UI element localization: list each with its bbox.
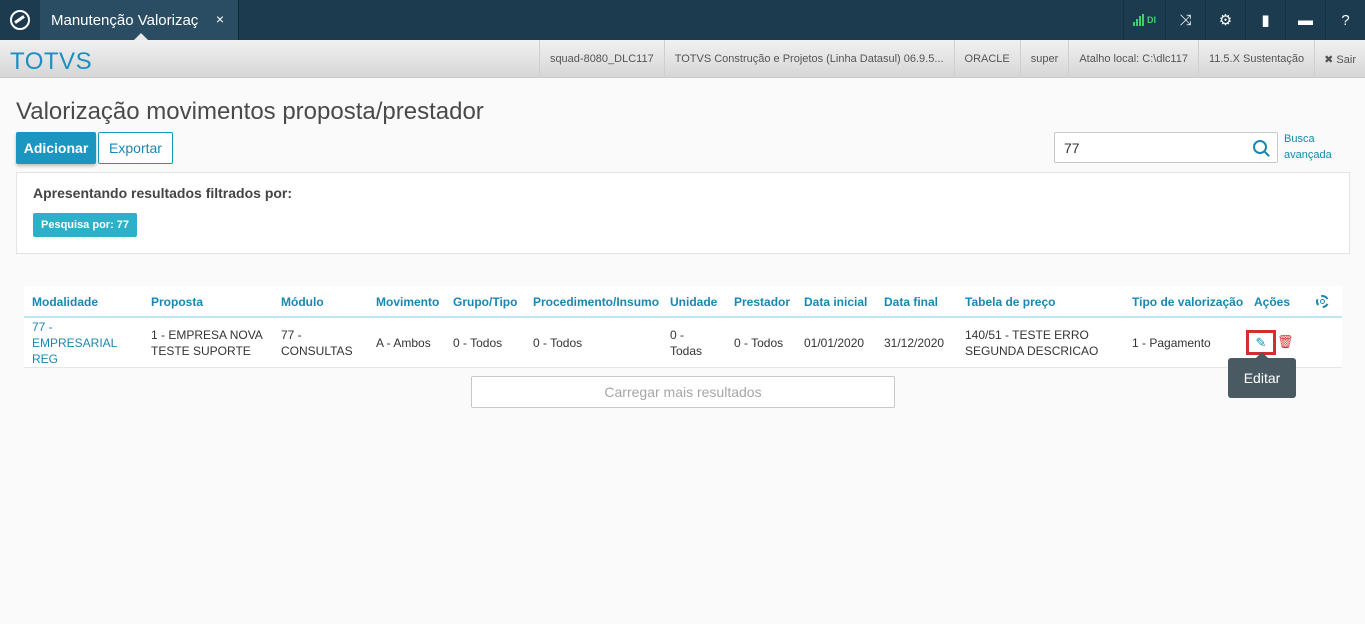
col-data-inicial[interactable]: Data inicial [804, 295, 867, 309]
delete-trash-icon[interactable]: 🗑 [1277, 334, 1294, 350]
brand-logo: TOTVS [10, 48, 93, 75]
signal-label: DI [1147, 15, 1156, 25]
col-tipo-valorizacao[interactable]: Tipo de valorização [1132, 295, 1243, 309]
top-bar: Manutenção Valorizaç × DI ⤨ ⚙ ▮ ▬ ? [0, 0, 1365, 40]
col-tabela-preco[interactable]: Tabela de preço [965, 295, 1055, 309]
connection-status[interactable]: DI [1123, 0, 1165, 40]
col-movimento[interactable]: Movimento [376, 295, 439, 309]
col-grupo-tipo[interactable]: Grupo/Tipo [453, 295, 517, 309]
chat-icon[interactable]: ▬ [1285, 0, 1325, 40]
help-icon[interactable]: ? [1325, 0, 1365, 40]
table-row: 77 - EMPRESARIAL REG 1 - EMPRESA NOVA TE… [24, 319, 1342, 368]
page-title: Valorização movimentos proposta/prestado… [16, 98, 484, 125]
menu-logo-button[interactable] [0, 0, 40, 40]
cell-data-inicial: 01/01/2020 [804, 336, 865, 350]
info-server: squad-8080_DLC117 [538, 40, 664, 78]
column-settings-gear-icon[interactable] [1316, 295, 1329, 308]
cell-tabela-preco: 140/51 - TESTE ERRO SEGUNDA DESCRICAO [965, 328, 1099, 358]
advanced-search-link[interactable]: Busca avançada [1284, 131, 1344, 163]
cell-movimento: A - Ambos [376, 336, 431, 350]
top-icons: DI ⤨ ⚙ ▮ ▬ ? [1123, 0, 1365, 40]
settings-gear-icon[interactable]: ⚙ [1205, 0, 1245, 40]
filter-panel: Apresentando resultados filtrados por: P… [16, 172, 1350, 254]
col-proposta[interactable]: Proposta [151, 295, 203, 309]
col-data-final[interactable]: Data final [884, 295, 938, 309]
info-local-shortcut: Atalho local: C:\dlc117 [1068, 40, 1198, 78]
tab-label: Manutenção Valorizaç [51, 12, 199, 29]
cell-procedimento: 0 - Todos [533, 336, 583, 350]
col-procedimento[interactable]: Procedimento/Insumo [533, 295, 659, 309]
col-acoes: Ações [1254, 295, 1291, 309]
tab-close-button[interactable]: × [216, 11, 224, 27]
logout-button[interactable]: ✖ Sair [1314, 40, 1365, 78]
cell-grupo: 0 - Todos [453, 336, 503, 350]
export-button[interactable]: Exportar [98, 132, 173, 164]
shuffle-icon[interactable]: ⤨ [1165, 0, 1205, 40]
info-bar: TOTVS squad-8080_DLC117 TOTVS Construção… [0, 40, 1365, 78]
cell-data-final: 31/12/2020 [884, 336, 945, 350]
col-modalidade[interactable]: Modalidade [32, 295, 98, 309]
results-table: Modalidade Proposta Módulo Movimento Gru… [24, 286, 1342, 368]
cell-unidade: 0 - Todas [670, 328, 703, 358]
signal-icon [1133, 14, 1144, 26]
session-info: squad-8080_DLC117 TOTVS Construção e Pro… [538, 40, 1365, 78]
col-prestador[interactable]: Prestador [734, 295, 790, 309]
info-product: TOTVS Construção e Projetos (Linha Datas… [663, 40, 954, 78]
col-unidade[interactable]: Unidade [670, 295, 717, 309]
totvs-logo-icon [10, 10, 30, 30]
tab-active-pointer [134, 33, 148, 40]
search-icon[interactable] [1253, 140, 1267, 154]
cell-tipo-valorizacao: 1 - Pagamento [1132, 336, 1211, 350]
col-modulo[interactable]: Módulo [281, 295, 324, 309]
cell-modulo: 77 - CONSULTAS [281, 328, 353, 358]
cell-prestador: 0 - Todos [734, 336, 784, 350]
add-button[interactable]: Adicionar [16, 132, 96, 164]
info-database: ORACLE [953, 40, 1020, 78]
edit-tooltip: Editar [1228, 358, 1296, 398]
search-box [1054, 132, 1278, 163]
info-version: 11.5.X Sustentação [1197, 40, 1314, 78]
tab-manutencao[interactable]: Manutenção Valorizaç × [40, 0, 239, 40]
load-more-button[interactable]: Carregar mais resultados [471, 376, 895, 408]
info-user: super [1019, 40, 1069, 78]
cell-proposta: 1 - EMPRESA NOVA TESTE SUPORTE [151, 328, 263, 358]
filter-title: Apresentando resultados filtrados por: [33, 185, 293, 201]
cell-modalidade[interactable]: 77 - EMPRESARIAL REG [32, 319, 127, 367]
document-icon[interactable]: ▮ [1245, 0, 1285, 40]
table-header: Modalidade Proposta Módulo Movimento Gru… [24, 286, 1342, 318]
search-input[interactable] [1055, 133, 1245, 162]
filter-tag[interactable]: Pesquisa por: 77 [33, 213, 138, 237]
pencil-icon: ✎ [1255, 334, 1267, 350]
